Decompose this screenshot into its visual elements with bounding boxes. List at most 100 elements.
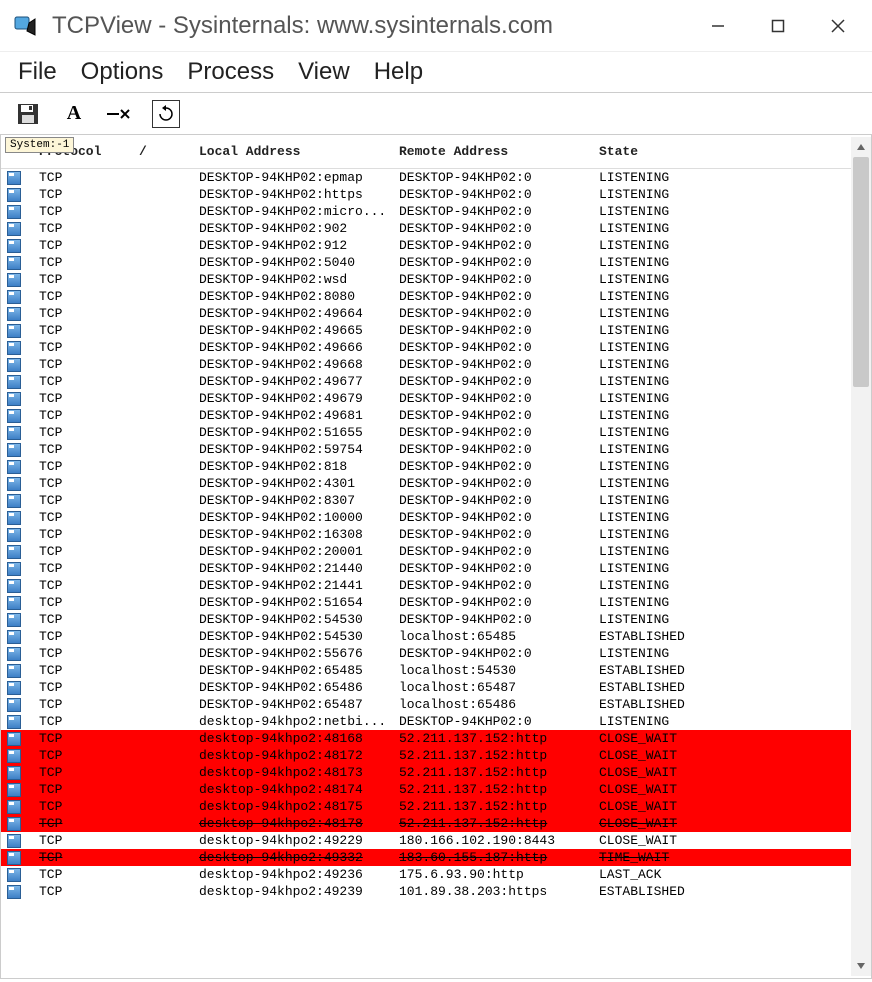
table-row[interactable]: TCPdesktop-94khpo2:4817852.211.137.152:h… bbox=[1, 815, 851, 832]
maximize-button[interactable] bbox=[748, 6, 808, 46]
table-row[interactable]: TCPDESKTOP-94KHP02:10000DESKTOP-94KHP02:… bbox=[1, 509, 851, 526]
cell-protocol: TCP bbox=[39, 544, 139, 559]
table-row[interactable]: TCPDESKTOP-94KHP02:51654DESKTOP-94KHP02:… bbox=[1, 594, 851, 611]
cell-local-address: DESKTOP-94KHP02:49665 bbox=[199, 323, 399, 338]
save-icon[interactable] bbox=[14, 100, 42, 128]
col-local-address[interactable]: Local Address bbox=[199, 144, 399, 159]
vertical-scrollbar[interactable] bbox=[851, 137, 871, 976]
table-row[interactable]: TCPDESKTOP-94KHP02:5040DESKTOP-94KHP02:0… bbox=[1, 254, 851, 271]
table-row[interactable]: TCPDESKTOP-94KHP02:micro...DESKTOP-94KHP… bbox=[1, 203, 851, 220]
col-remote-address[interactable]: Remote Address bbox=[399, 144, 599, 159]
connections-table[interactable]: Protocol / Local Address Remote Address … bbox=[1, 135, 851, 978]
menu-file[interactable]: File bbox=[18, 58, 57, 86]
cell-local-address: desktop-94khpo2:netbi... bbox=[199, 714, 399, 729]
table-row[interactable]: TCPdesktop-94khpo2:49236175.6.93.90:http… bbox=[1, 866, 851, 883]
table-row[interactable]: TCPDESKTOP-94KHP02:49665DESKTOP-94KHP02:… bbox=[1, 322, 851, 339]
cell-local-address: desktop-94khpo2:48172 bbox=[199, 748, 399, 763]
cell-remote-address: DESKTOP-94KHP02:0 bbox=[399, 340, 599, 355]
table-row[interactable]: TCPdesktop-94khpo2:49332183.60.155.187:h… bbox=[1, 849, 851, 866]
content-area: System:-1 Protocol / Local Address Remot… bbox=[0, 135, 872, 979]
cell-protocol: TCP bbox=[39, 697, 139, 712]
table-row[interactable]: TCPDESKTOP-94KHP02:httpsDESKTOP-94KHP02:… bbox=[1, 186, 851, 203]
cell-state: ESTABLISHED bbox=[599, 884, 769, 899]
process-icon bbox=[7, 477, 39, 491]
table-row[interactable]: TCPdesktop-94khpo2:netbi...DESKTOP-94KHP… bbox=[1, 713, 851, 730]
cell-state: LISTENING bbox=[599, 425, 769, 440]
table-row[interactable]: TCPDESKTOP-94KHP02:4301DESKTOP-94KHP02:0… bbox=[1, 475, 851, 492]
process-icon bbox=[7, 630, 39, 644]
cell-state: LISTENING bbox=[599, 527, 769, 542]
table-row[interactable]: TCPDESKTOP-94KHP02:21440DESKTOP-94KHP02:… bbox=[1, 560, 851, 577]
menu-help[interactable]: Help bbox=[374, 58, 423, 86]
table-row[interactable]: TCPDESKTOP-94KHP02:21441DESKTOP-94KHP02:… bbox=[1, 577, 851, 594]
cell-state: LISTENING bbox=[599, 187, 769, 202]
table-header[interactable]: Protocol / Local Address Remote Address … bbox=[1, 135, 851, 169]
close-button[interactable] bbox=[808, 6, 868, 46]
font-icon[interactable]: A bbox=[60, 100, 88, 128]
table-row[interactable]: TCPDESKTOP-94KHP02:49677DESKTOP-94KHP02:… bbox=[1, 373, 851, 390]
cell-protocol: TCP bbox=[39, 357, 139, 372]
cell-local-address: DESKTOP-94KHP02:49664 bbox=[199, 306, 399, 321]
cell-remote-address: DESKTOP-94KHP02:0 bbox=[399, 238, 599, 253]
table-row[interactable]: TCPDESKTOP-94KHP02:49679DESKTOP-94KHP02:… bbox=[1, 390, 851, 407]
table-row[interactable]: TCPDESKTOP-94KHP02:818DESKTOP-94KHP02:0L… bbox=[1, 458, 851, 475]
table-row[interactable]: TCPDESKTOP-94KHP02:902DESKTOP-94KHP02:0L… bbox=[1, 220, 851, 237]
col-state[interactable]: State bbox=[599, 144, 769, 159]
table-row[interactable]: TCPdesktop-94khpo2:4817452.211.137.152:h… bbox=[1, 781, 851, 798]
table-row[interactable]: TCPDESKTOP-94KHP02:49666DESKTOP-94KHP02:… bbox=[1, 339, 851, 356]
table-row[interactable]: TCPDESKTOP-94KHP02:55676DESKTOP-94KHP02:… bbox=[1, 645, 851, 662]
cell-remote-address: DESKTOP-94KHP02:0 bbox=[399, 204, 599, 219]
cell-local-address: DESKTOP-94KHP02:16308 bbox=[199, 527, 399, 542]
table-row[interactable]: TCPdesktop-94khpo2:4817252.211.137.152:h… bbox=[1, 747, 851, 764]
table-row[interactable]: TCPDESKTOP-94KHP02:51655DESKTOP-94KHP02:… bbox=[1, 424, 851, 441]
cell-protocol: TCP bbox=[39, 714, 139, 729]
scroll-thumb[interactable] bbox=[853, 157, 869, 387]
table-row[interactable]: TCPDESKTOP-94KHP02:49681DESKTOP-94KHP02:… bbox=[1, 407, 851, 424]
cell-remote-address: DESKTOP-94KHP02:0 bbox=[399, 289, 599, 304]
table-row[interactable]: TCPDESKTOP-94KHP02:epmapDESKTOP-94KHP02:… bbox=[1, 169, 851, 186]
table-row[interactable]: TCPDESKTOP-94KHP02:16308DESKTOP-94KHP02:… bbox=[1, 526, 851, 543]
table-row[interactable]: TCPDESKTOP-94KHP02:8307DESKTOP-94KHP02:0… bbox=[1, 492, 851, 509]
cell-protocol: TCP bbox=[39, 391, 139, 406]
refresh-icon[interactable] bbox=[152, 100, 180, 128]
scroll-up-icon[interactable] bbox=[851, 137, 871, 157]
process-icon bbox=[7, 681, 39, 695]
table-row[interactable]: TCPDESKTOP-94KHP02:20001DESKTOP-94KHP02:… bbox=[1, 543, 851, 560]
process-icon bbox=[7, 324, 39, 338]
table-row[interactable]: TCPDESKTOP-94KHP02:59754DESKTOP-94KHP02:… bbox=[1, 441, 851, 458]
table-row[interactable]: TCPDESKTOP-94KHP02:65486localhost:65487E… bbox=[1, 679, 851, 696]
table-row[interactable]: TCPDESKTOP-94KHP02:8080DESKTOP-94KHP02:0… bbox=[1, 288, 851, 305]
table-row[interactable]: TCPdesktop-94khpo2:49239101.89.38.203:ht… bbox=[1, 883, 851, 900]
cell-protocol: TCP bbox=[39, 510, 139, 525]
menu-view[interactable]: View bbox=[298, 58, 350, 86]
scroll-track[interactable] bbox=[851, 157, 871, 956]
menu-process[interactable]: Process bbox=[187, 58, 274, 86]
cell-state: LISTENING bbox=[599, 493, 769, 508]
table-row[interactable]: TCPDESKTOP-94KHP02:49668DESKTOP-94KHP02:… bbox=[1, 356, 851, 373]
table-row[interactable]: TCPdesktop-94khpo2:4816852.211.137.152:h… bbox=[1, 730, 851, 747]
table-row[interactable]: TCPDESKTOP-94KHP02:54530localhost:65485E… bbox=[1, 628, 851, 645]
cell-local-address: DESKTOP-94KHP02:902 bbox=[199, 221, 399, 236]
table-row[interactable]: TCPDESKTOP-94KHP02:912DESKTOP-94KHP02:0L… bbox=[1, 237, 851, 254]
table-row[interactable]: TCPDESKTOP-94KHP02:65485localhost:54530E… bbox=[1, 662, 851, 679]
disconnect-icon[interactable] bbox=[106, 100, 134, 128]
menubar: File Options Process View Help bbox=[0, 52, 872, 93]
table-row[interactable]: TCPDESKTOP-94KHP02:54530DESKTOP-94KHP02:… bbox=[1, 611, 851, 628]
table-row[interactable]: TCPdesktop-94khpo2:4817552.211.137.152:h… bbox=[1, 798, 851, 815]
table-row[interactable]: TCPdesktop-94khpo2:49229180.166.102.190:… bbox=[1, 832, 851, 849]
table-row[interactable]: TCPDESKTOP-94KHP02:49664DESKTOP-94KHP02:… bbox=[1, 305, 851, 322]
scroll-down-icon[interactable] bbox=[851, 956, 871, 976]
process-icon bbox=[7, 834, 39, 848]
process-icon bbox=[7, 307, 39, 321]
cell-state: CLOSE_WAIT bbox=[599, 816, 769, 831]
col-slash[interactable]: / bbox=[139, 144, 199, 159]
minimize-button[interactable] bbox=[688, 6, 748, 46]
cell-remote-address: DESKTOP-94KHP02:0 bbox=[399, 493, 599, 508]
menu-options[interactable]: Options bbox=[81, 58, 164, 86]
cell-state: LISTENING bbox=[599, 357, 769, 372]
cell-remote-address: DESKTOP-94KHP02:0 bbox=[399, 408, 599, 423]
table-row[interactable]: TCPdesktop-94khpo2:4817352.211.137.152:h… bbox=[1, 764, 851, 781]
table-row[interactable]: TCPDESKTOP-94KHP02:65487localhost:65486E… bbox=[1, 696, 851, 713]
table-row[interactable]: TCPDESKTOP-94KHP02:wsdDESKTOP-94KHP02:0L… bbox=[1, 271, 851, 288]
process-icon bbox=[7, 392, 39, 406]
